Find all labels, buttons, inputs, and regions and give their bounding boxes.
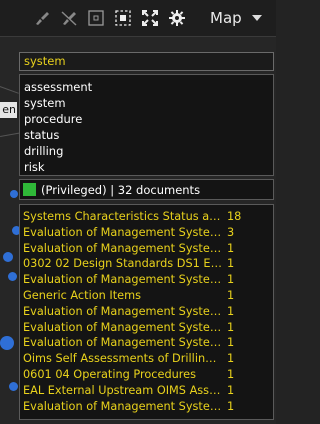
result-title: Evaluation of Management Systems	[23, 225, 223, 239]
result-title: Evaluation of Management Systems...	[23, 336, 223, 350]
list-item[interactable]: Evaluation of Management Systems... 1	[23, 320, 273, 336]
search-input[interactable]: system	[19, 52, 274, 71]
graph-node[interactable]	[8, 272, 17, 281]
focus-square-icon[interactable]	[114, 9, 132, 27]
suggestion-item[interactable]: procedure	[24, 111, 273, 127]
result-count: 1	[227, 273, 235, 287]
result-count: 1	[227, 367, 235, 381]
graph-node[interactable]	[0, 336, 14, 350]
result-title: Evaluation of Management Systems...	[23, 273, 223, 287]
result-title: EAL External Upstream OIMS Asses...	[23, 383, 223, 397]
suggestion-item[interactable]: drilling	[24, 143, 273, 159]
results-list: Systems Characteristics Status and... 18 …	[19, 204, 274, 420]
list-item[interactable]: Generic Action Items 1	[23, 288, 273, 304]
list-item[interactable]: Evaluation of Management Systems... 1	[23, 399, 273, 415]
result-count: 1	[227, 288, 235, 302]
list-item[interactable]: 0302 02 Design Standards DS1 Esta... 1	[23, 256, 273, 272]
result-count: 18	[227, 210, 242, 223]
suggestion-item[interactable]: system	[24, 95, 273, 111]
graph-edge	[0, 132, 20, 137]
list-item[interactable]: 0601 04 Operating Procedures 1	[23, 367, 273, 383]
graph-edge	[0, 86, 19, 94]
graph-node[interactable]	[10, 190, 18, 198]
result-title: Evaluation of Management Systems...	[23, 241, 223, 255]
result-count: 3	[227, 225, 235, 239]
result-summary: (Privileged) | 32 documents	[19, 179, 274, 200]
result-title: Oims Self Assessments of Drilling D...	[23, 352, 223, 366]
result-title: Evaluation of Management Systems...	[23, 304, 223, 318]
list-item[interactable]: Oims Self Assessments of Drilling D... 1	[23, 351, 273, 367]
list-item[interactable]: Evaluation of Management Systems... 1	[23, 241, 273, 257]
result-count: 1	[227, 304, 235, 318]
chevron-down-icon	[251, 15, 262, 21]
result-title: 0302 02 Design Standards DS1 Esta...	[23, 257, 223, 271]
result-title: 0601 04 Operating Procedures	[23, 367, 197, 381]
result-count: 1	[227, 320, 235, 334]
graph-node[interactable]	[9, 382, 18, 391]
suggestion-item[interactable]: assessment	[24, 79, 273, 95]
suggestion-list: assessment system procedure status drill…	[19, 74, 274, 176]
result-count: 1	[227, 336, 235, 350]
list-item[interactable]: Evaluation of Management Systems... 1	[23, 304, 273, 320]
suggestion-item[interactable]: status	[24, 127, 273, 143]
toolbar: Map	[0, 0, 276, 37]
list-item[interactable]: Evaluation of Management Systems... 1	[23, 335, 273, 351]
result-title: Systems Characteristics Status and...	[23, 210, 223, 223]
brush-icon[interactable]	[33, 9, 51, 27]
result-title: Generic Action Items	[23, 288, 141, 302]
view-mode-label: Map	[210, 9, 242, 27]
list-item[interactable]: EAL External Upstream OIMS Asses... 1	[23, 383, 273, 399]
select-square-icon[interactable]	[87, 9, 105, 27]
view-mode-dropdown[interactable]: Map	[210, 6, 262, 30]
gear-icon[interactable]	[168, 9, 186, 27]
result-count: 1	[227, 241, 235, 255]
result-count: 1	[227, 399, 235, 413]
suggestion-item[interactable]: risk	[24, 159, 273, 175]
result-title: Evaluation of Management Systems...	[23, 320, 223, 334]
result-summary-text: (Privileged) | 32 documents	[41, 182, 201, 197]
expand-arrows-icon[interactable]	[141, 9, 159, 27]
graph-node[interactable]	[3, 252, 13, 262]
result-count: 1	[227, 352, 235, 366]
result-count: 1	[227, 383, 235, 397]
partial-node-label: en	[0, 102, 17, 118]
list-item[interactable]: Systems Characteristics Status and... 18	[23, 209, 273, 225]
result-title: Evaluation of Management Systems...	[23, 399, 223, 413]
list-item[interactable]: Evaluation of Management Systems 3	[23, 225, 273, 241]
list-item[interactable]: Evaluation of Management Systems... 1	[23, 272, 273, 288]
result-count: 1	[227, 257, 235, 271]
privilege-color-swatch	[23, 183, 36, 196]
brush-off-icon[interactable]	[60, 9, 78, 27]
